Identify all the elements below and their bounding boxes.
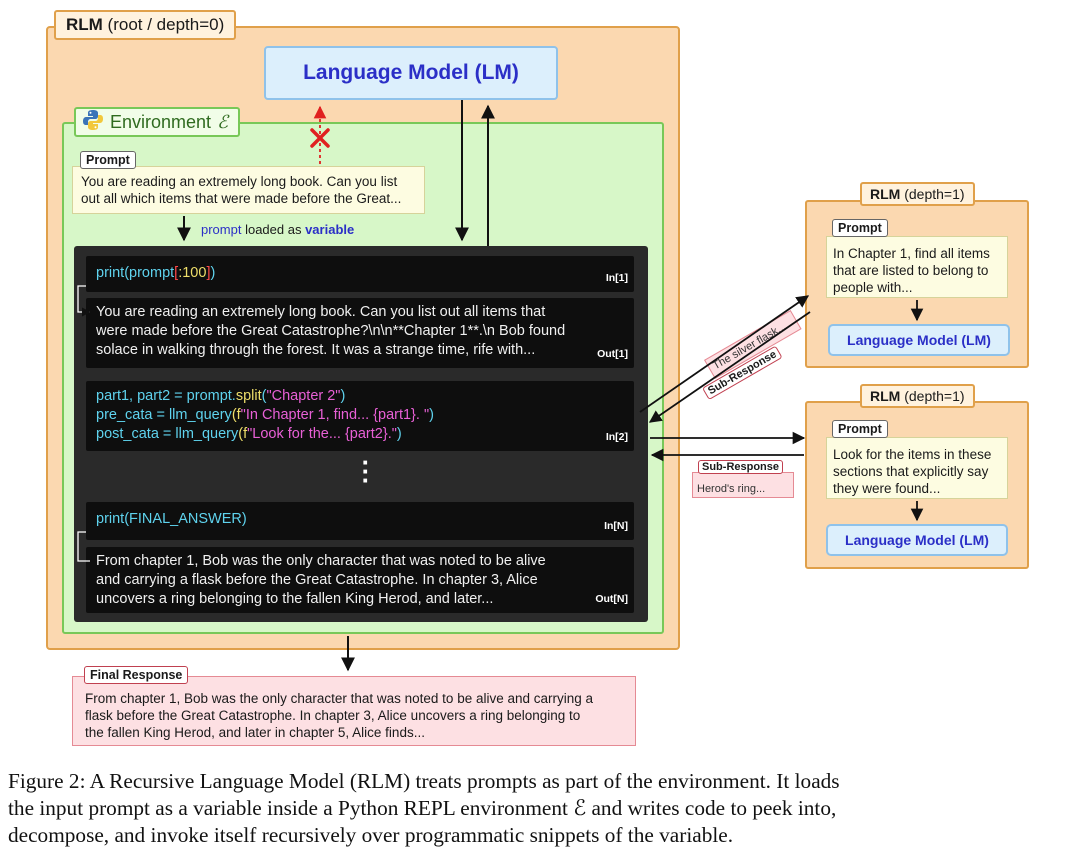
call-sub1-arrow <box>639 295 810 413</box>
connector-arrows <box>77 100 924 672</box>
celln-output-connector <box>77 531 90 562</box>
cell1-output-connector <box>77 285 91 317</box>
return-sub1-arrow <box>648 311 811 423</box>
figure-caption: Figure 2: A Recursive Language Model (RL… <box>8 769 840 847</box>
